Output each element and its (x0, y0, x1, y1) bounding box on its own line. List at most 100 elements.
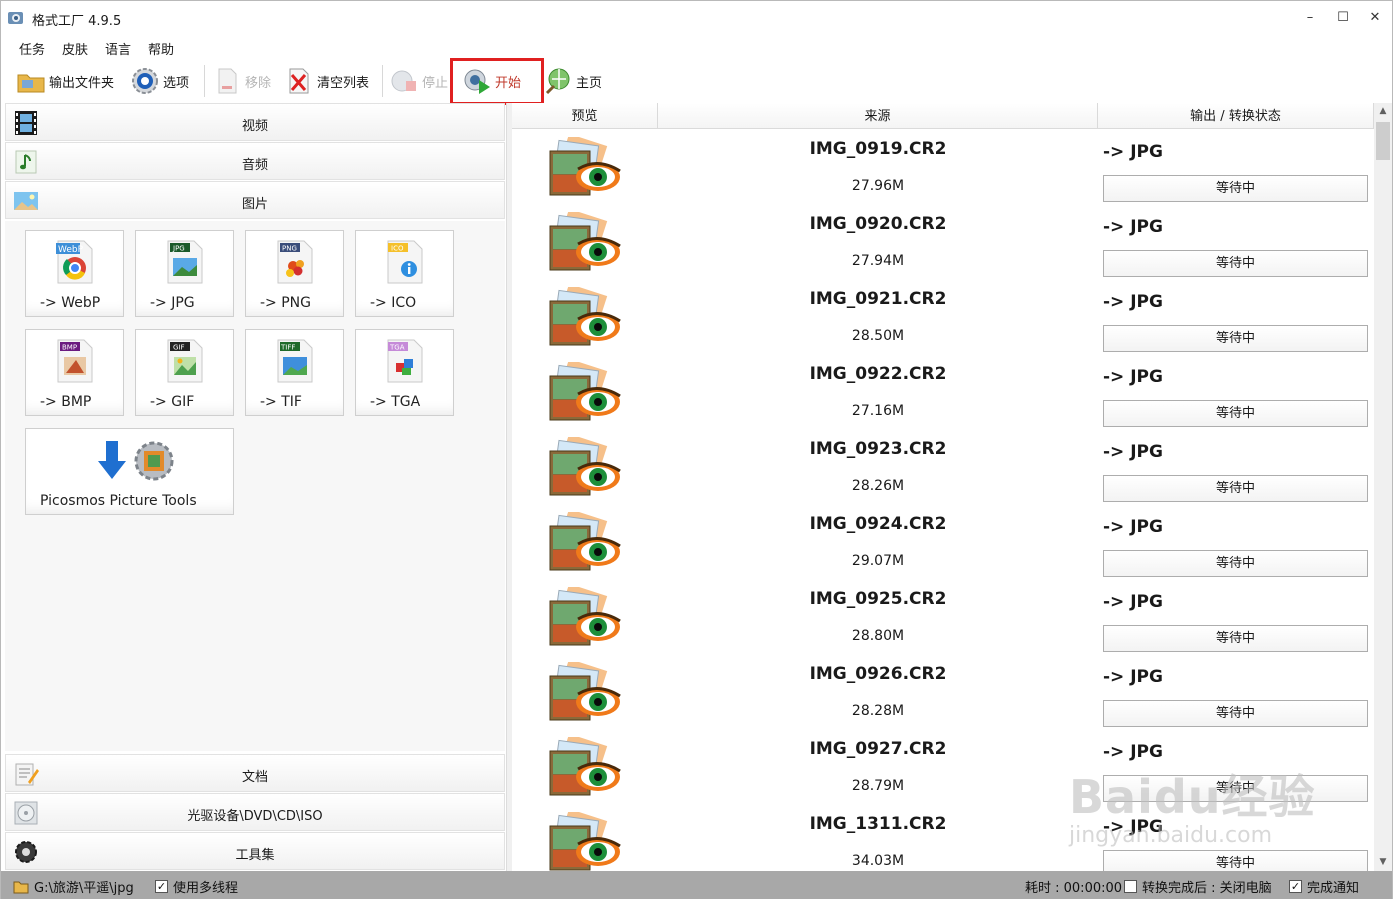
app-logo-icon (8, 12, 23, 24)
category-video[interactable]: 视频 (5, 103, 505, 141)
category-document[interactable]: 文档 (5, 754, 505, 792)
output-folder-button[interactable]: 输出文件夹 (16, 63, 114, 99)
task-filesize: 29.07M (851, 553, 905, 569)
png-badge: PNG (282, 245, 297, 253)
task-row[interactable]: IMG_0921.CR2 28.50M -> JPG 等待中 (512, 283, 1374, 358)
multithread-checkbox[interactable]: ✓ 使用多线程 (155, 877, 238, 896)
task-status-button[interactable]: 等待中 (1103, 475, 1368, 502)
task-target-format: -> JPG (1103, 217, 1163, 237)
task-status-button[interactable]: 等待中 (1103, 775, 1368, 802)
output-path[interactable]: G:\旅游\平遥\jpg (13, 877, 134, 896)
task-status-button[interactable]: 等待中 (1103, 850, 1368, 871)
options-button[interactable]: 选项 (130, 63, 189, 99)
task-status-button[interactable]: 等待中 (1103, 700, 1368, 727)
task-status-button[interactable]: 等待中 (1103, 250, 1368, 277)
task-filesize: 27.96M (851, 178, 905, 194)
notify-check-icon: ✓ (1289, 880, 1302, 893)
stop-label: 停止 (422, 75, 449, 91)
task-filesize: 28.50M (851, 328, 905, 344)
column-header-status[interactable]: 输出 / 转换状态 (1098, 103, 1374, 129)
category-optical[interactable]: 光驱设备\DVD\CD\ISO (5, 793, 505, 831)
format-tile-jpg-label: -> JPG (150, 295, 195, 311)
task-target-format: -> JPG (1103, 292, 1163, 312)
task-status-button[interactable]: 等待中 (1103, 625, 1368, 652)
menu-help[interactable]: 帮助 (148, 39, 174, 58)
category-document-label: 文档 (241, 770, 268, 785)
maximize-button[interactable]: ☐ (1328, 7, 1358, 29)
format-tile-ico[interactable]: ICO -> ICO (355, 230, 454, 317)
output-folder-label: 输出文件夹 (49, 75, 115, 91)
picture-preview-icon (549, 287, 621, 346)
minimize-button[interactable]: – (1295, 7, 1325, 29)
task-row[interactable]: IMG_0922.CR2 27.16M -> JPG 等待中 (512, 358, 1374, 433)
task-filesize: 27.16M (851, 403, 905, 419)
task-row[interactable]: IMG_0924.CR2 29.07M -> JPG 等待中 (512, 508, 1374, 583)
format-tile-png[interactable]: PNG -> PNG (245, 230, 344, 317)
after-convert-check-icon (1124, 880, 1137, 893)
task-target-format: -> JPG (1103, 592, 1163, 612)
menu-tasks[interactable]: 任务 (19, 39, 45, 58)
close-button[interactable]: ✕ (1360, 7, 1390, 29)
vertical-scrollbar[interactable]: ▲ ▼ (1374, 103, 1392, 871)
task-status-button[interactable]: 等待中 (1103, 175, 1368, 202)
picture-preview-icon (549, 812, 621, 871)
task-status-button[interactable]: 等待中 (1103, 550, 1368, 577)
notify-checkbox[interactable]: ✓ 完成通知 (1289, 877, 1359, 896)
format-tile-gif[interactable]: GIF -> GIF (135, 329, 234, 416)
menu-skin[interactable]: 皮肤 (62, 39, 88, 58)
category-picture[interactable]: 图片 (5, 181, 505, 219)
ico-icon: ICO (387, 240, 423, 284)
task-row[interactable]: IMG_1311.CR2 34.03M -> JPG 等待中 (512, 808, 1374, 871)
ico-badge: ICO (391, 245, 404, 253)
category-audio-label: 音频 (241, 158, 268, 173)
format-tile-bmp-label: -> BMP (40, 394, 92, 410)
format-tile-jpg[interactable]: JPG -> JPG (135, 230, 234, 317)
task-row[interactable]: IMG_0927.CR2 28.79M -> JPG 等待中 (512, 733, 1374, 808)
after-convert-label: 转换完成后 : 关闭电脑 (1142, 881, 1272, 896)
picture-preview-icon (549, 587, 621, 646)
menu-language[interactable]: 语言 (105, 39, 131, 58)
category-tools[interactable]: 工具集 (5, 832, 505, 870)
task-target-format: -> JPG (1103, 517, 1163, 537)
home-button[interactable]: 主页 (543, 63, 602, 99)
column-header-preview[interactable]: 预览 (512, 103, 658, 129)
remove-button[interactable]: 移除 (212, 63, 271, 99)
scroll-up-arrow-icon[interactable]: ▲ (1374, 103, 1392, 120)
clear-list-button[interactable]: 清空列表 (284, 63, 369, 99)
task-target-format: -> JPG (1103, 817, 1163, 837)
jpg-icon: JPG (167, 240, 203, 284)
after-convert-checkbox[interactable]: 转换完成后 : 关闭电脑 (1124, 877, 1272, 896)
task-filename: IMG_1311.CR2 (809, 814, 947, 834)
toolbar-separator (204, 65, 205, 97)
output-path-text: G:\旅游\平遥\jpg (34, 881, 134, 896)
folder-small-icon (13, 881, 29, 893)
category-video-label: 视频 (241, 119, 268, 134)
format-tile-bmp[interactable]: BMP -> BMP (25, 329, 124, 416)
png-icon: PNG (277, 240, 313, 284)
category-pane: 视频 音频 图片 WebP -> WebP JPG -> JPG PNG -> … (5, 103, 505, 871)
task-target-format: -> JPG (1103, 442, 1163, 462)
task-status-button[interactable]: 等待中 (1103, 400, 1368, 427)
task-row[interactable]: IMG_0923.CR2 28.26M -> JPG 等待中 (512, 433, 1374, 508)
column-header-source[interactable]: 来源 (658, 103, 1098, 129)
task-target-format: -> JPG (1103, 667, 1163, 687)
task-status-button[interactable]: 等待中 (1103, 325, 1368, 352)
scrollbar-thumb[interactable] (1376, 122, 1390, 160)
task-row[interactable]: IMG_0919.CR2 27.96M -> JPG 等待中 (512, 133, 1374, 208)
task-target-format: -> JPG (1103, 142, 1163, 162)
stop-icon (391, 70, 416, 92)
scroll-down-arrow-icon[interactable]: ▼ (1374, 854, 1392, 871)
task-filename: IMG_0927.CR2 (809, 739, 947, 759)
elapsed-time-text: 耗时 : 00:00:00 (1025, 881, 1123, 896)
task-row[interactable]: IMG_0920.CR2 27.94M -> JPG 等待中 (512, 208, 1374, 283)
picosmos-picture-tools[interactable]: Picosmos Picture Tools (25, 428, 234, 515)
format-tile-webp[interactable]: WebP -> WebP (25, 230, 124, 317)
format-tile-tif[interactable]: TIFF -> TIF (245, 329, 344, 416)
stop-button[interactable]: 停止 (389, 63, 448, 99)
task-row[interactable]: IMG_0926.CR2 28.28M -> JPG 等待中 (512, 658, 1374, 733)
format-tile-tga[interactable]: TGA -> TGA (355, 329, 454, 416)
category-audio[interactable]: 音频 (5, 142, 505, 180)
clear-list-label: 清空列表 (317, 75, 370, 91)
task-row[interactable]: IMG_0925.CR2 28.80M -> JPG 等待中 (512, 583, 1374, 658)
task-filesize: 28.26M (851, 478, 905, 494)
